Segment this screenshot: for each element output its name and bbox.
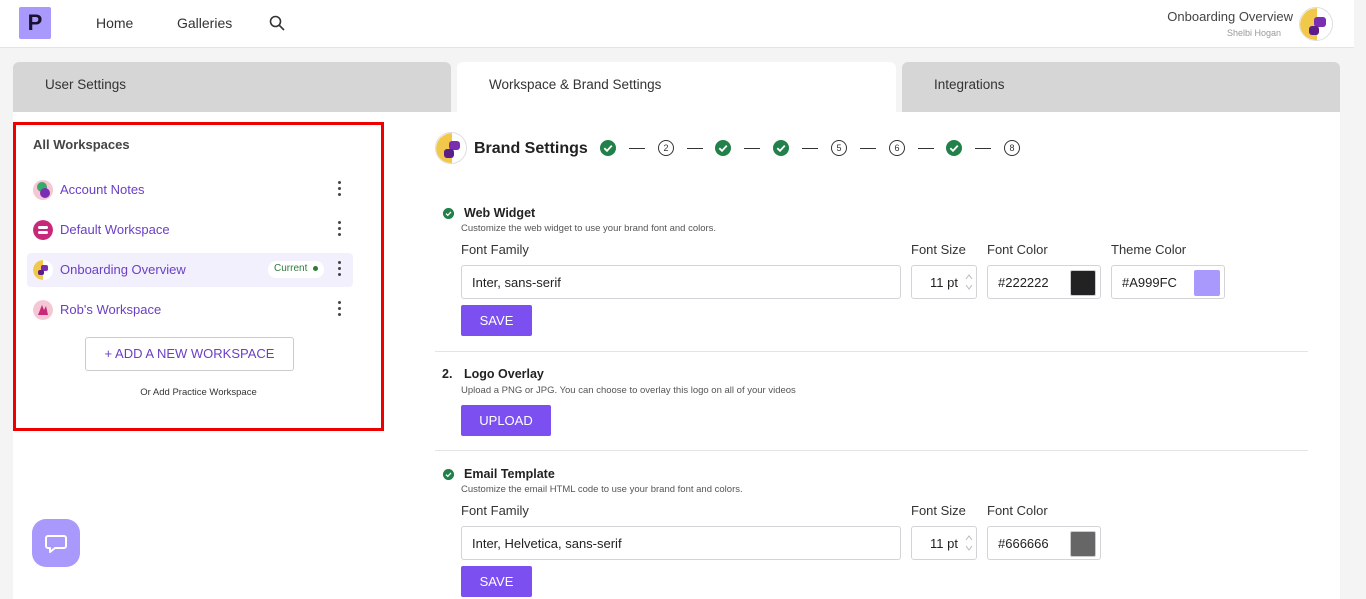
- workspace-name: Rob's Workspace: [60, 302, 162, 317]
- check-icon: [949, 144, 959, 153]
- email-font-color-swatch[interactable]: [1070, 531, 1096, 557]
- step-connector: [802, 148, 818, 149]
- web-widget-font-color-input[interactable]: #222222: [987, 265, 1101, 299]
- font-color-label: Font Color: [987, 242, 1048, 257]
- web-widget-font-family-input[interactable]: Inter, sans-serif: [461, 265, 901, 299]
- brand-step-6[interactable]: 6: [889, 140, 905, 156]
- upload-logo-button[interactable]: UPLOAD: [461, 405, 551, 436]
- app-logo[interactable]: P: [19, 7, 51, 39]
- brand-step-7[interactable]: [946, 140, 962, 156]
- step-connector: [918, 148, 934, 149]
- more-vertical-icon[interactable]: [334, 179, 344, 201]
- check-icon: [443, 208, 454, 219]
- workspace-name: Onboarding Overview: [60, 262, 186, 277]
- email-template-title: Email Template: [464, 467, 555, 481]
- email-font-family-input[interactable]: Inter, Helvetica, sans-serif: [461, 526, 901, 560]
- font-family-label: Font Family: [461, 242, 529, 257]
- step-connector: [744, 148, 760, 149]
- email-font-family-label: Font Family: [461, 503, 529, 518]
- email-template-save-button[interactable]: SAVE: [461, 566, 532, 597]
- email-font-color-label: Font Color: [987, 503, 1048, 518]
- step-connector: [629, 148, 645, 149]
- nav-home[interactable]: Home: [96, 15, 133, 31]
- chat-button[interactable]: [32, 519, 80, 567]
- brand-step-2[interactable]: 2: [658, 140, 674, 156]
- check-icon: [603, 144, 613, 153]
- brand-step-4[interactable]: [773, 140, 789, 156]
- more-vertical-icon[interactable]: [334, 259, 344, 281]
- stepper-arrows-icon[interactable]: [965, 271, 973, 293]
- add-workspace-button[interactable]: + ADD A NEW WORKSPACE: [85, 337, 294, 371]
- chat-icon: [45, 535, 67, 553]
- email-font-color-input[interactable]: #666666: [987, 526, 1101, 560]
- brand-step-5[interactable]: 5: [831, 140, 847, 156]
- brand-avatar: [435, 132, 467, 164]
- workspace-item-default-workspace[interactable]: Default Workspace: [27, 213, 353, 247]
- workspace-avatar: [33, 300, 53, 320]
- email-font-size-label: Font Size: [911, 503, 966, 518]
- brand-step-3[interactable]: [715, 140, 731, 156]
- tab-integrations[interactable]: Integrations: [902, 62, 1340, 113]
- workspace-avatar: [33, 260, 53, 280]
- check-icon: [443, 469, 454, 480]
- email-font-size-stepper[interactable]: 11 pt: [911, 526, 977, 560]
- step-connector: [860, 148, 876, 149]
- tab-workspace-brand-settings[interactable]: Workspace & Brand Settings: [457, 62, 896, 113]
- logo-overlay-description: Upload a PNG or JPG. You can choose to o…: [461, 385, 796, 396]
- workspace-name: Account Notes: [60, 182, 145, 197]
- step-connector: [687, 148, 703, 149]
- current-badge: Current: [268, 261, 325, 278]
- workspace-item-account-notes[interactable]: Account Notes: [27, 173, 353, 207]
- brand-step-8[interactable]: 8: [1004, 140, 1020, 156]
- more-vertical-icon[interactable]: [334, 299, 344, 321]
- font-color-swatch[interactable]: [1070, 270, 1096, 296]
- section-divider: [435, 351, 1308, 352]
- brand-settings-title: Brand Settings: [474, 140, 588, 157]
- workspace-item-robs-workspace[interactable]: Rob's Workspace: [27, 293, 353, 327]
- workspace-item-onboarding-overview[interactable]: Onboarding Overview Current: [27, 253, 353, 287]
- add-practice-workspace-link[interactable]: Or Add Practice Workspace: [16, 387, 381, 398]
- workspace-avatar: [33, 180, 53, 200]
- tab-user-settings[interactable]: User Settings: [13, 62, 451, 113]
- workspaces-sidebar: All Workspaces Account Notes Default Wor…: [13, 122, 384, 431]
- email-template-description: Customize the email HTML code to use you…: [461, 484, 743, 495]
- check-icon: [718, 144, 728, 153]
- search-icon[interactable]: [269, 15, 285, 31]
- web-widget-description: Customize the web widget to use your bra…: [461, 223, 717, 234]
- workspace-name: Default Workspace: [60, 222, 170, 237]
- brand-step-1[interactable]: [600, 140, 616, 156]
- logo-overlay-title: Logo Overlay: [464, 367, 544, 381]
- theme-color-swatch[interactable]: [1194, 270, 1220, 296]
- step-connector: [975, 148, 991, 149]
- nav-galleries[interactable]: Galleries: [177, 15, 232, 31]
- web-widget-save-button[interactable]: SAVE: [461, 305, 532, 336]
- web-widget-title: Web Widget: [464, 206, 536, 220]
- section-divider: [435, 450, 1308, 451]
- stepper-arrows-icon[interactable]: [965, 532, 973, 554]
- web-widget-theme-color-input[interactable]: #A999FC: [1111, 265, 1225, 299]
- check-icon: [776, 144, 786, 153]
- sidebar-title: All Workspaces: [33, 137, 130, 152]
- profile-avatar[interactable]: [1299, 7, 1333, 41]
- web-widget-font-size-stepper[interactable]: 11 pt: [911, 265, 977, 299]
- more-vertical-icon[interactable]: [334, 219, 344, 241]
- top-bar: P Home Galleries Onboarding Overview She…: [0, 0, 1354, 48]
- workspace-avatar: [33, 220, 53, 240]
- theme-color-label: Theme Color: [1111, 242, 1187, 257]
- profile-workspace-name[interactable]: Onboarding Overview: [1167, 9, 1293, 24]
- logo-overlay-step-number: 2.: [442, 367, 453, 381]
- profile-user-name: Shelbi Hogan: [1226, 28, 1281, 38]
- font-size-label: Font Size: [911, 242, 966, 257]
